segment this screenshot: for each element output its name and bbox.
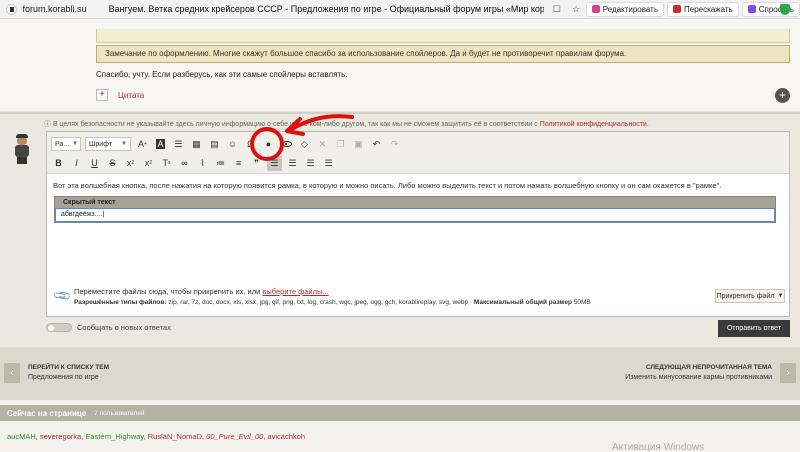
underline-icon[interactable]: U bbox=[87, 156, 102, 171]
copy-icon[interactable]: ❐ bbox=[333, 137, 348, 152]
privacy-link[interactable]: Политикой конфиденциальности. bbox=[540, 121, 649, 128]
quote-button[interactable]: Цитата bbox=[118, 91, 144, 100]
attach-instructions: Переместите файлы сюда, чтобы прикрепить… bbox=[74, 287, 329, 296]
spoiler-eye-icon[interactable] bbox=[279, 137, 294, 152]
browser-page-title: Вангуем. Ветка средних крейсеров СССР - … bbox=[108, 4, 545, 14]
editor-toolbar: Ра... ▼ Шрифт ▼ A + A ☰ ▦ ▤ ☺ Ω ● ◇ ✕ ❐ ▣ ↶… bbox=[47, 132, 789, 174]
plus-icon[interactable]: + bbox=[96, 89, 108, 101]
site-favicon-icon bbox=[6, 3, 17, 15]
online-users-header: Сейчас на странице 7 пользователей bbox=[0, 405, 800, 421]
user-link[interactable]: Eastern_Highway bbox=[85, 432, 143, 441]
horizontal-line-icon[interactable]: ▤ bbox=[207, 137, 222, 152]
editor-body-text[interactable]: Вот эта волшебная кнопка, после нажатия … bbox=[53, 181, 721, 190]
numbered-list-icon[interactable]: ≡ bbox=[231, 156, 246, 171]
shield-icon[interactable] bbox=[780, 4, 790, 15]
quote-row[interactable]: + Цитата bbox=[96, 89, 144, 101]
paste-icon[interactable]: ▣ bbox=[351, 137, 366, 152]
hidden-text-title: Скрытый текст bbox=[55, 197, 775, 208]
next-unread-link[interactable]: СЛЕДУЮЩАЯ НЕПРОЧИТАННАЯ ТЕМА bbox=[646, 364, 772, 371]
chevron-down-icon: ▼ bbox=[777, 293, 784, 299]
notice-strip bbox=[96, 29, 790, 43]
post-text: Спасибо, учту. Если разберусь, как эти с… bbox=[96, 70, 348, 79]
clear-format-icon[interactable]: Tx bbox=[159, 156, 174, 171]
avatar[interactable] bbox=[12, 134, 32, 164]
font-select[interactable]: Шрифт ▼ bbox=[85, 137, 131, 151]
user-link[interactable]: avicachkoh bbox=[267, 432, 305, 441]
italic-icon[interactable]: I bbox=[69, 156, 84, 171]
moderator-note: Замечание по оформлению. Многие скажут б… bbox=[96, 45, 790, 63]
forum-section-name[interactable]: Предложения по игре bbox=[28, 374, 99, 381]
allowed-file-types: Разрешённые типы файлов: zip, rar, 7z, d… bbox=[74, 299, 591, 306]
user-link[interactable]: severegorka bbox=[40, 432, 81, 441]
align-left-icon[interactable]: ☰ bbox=[267, 155, 282, 171]
redo-icon[interactable]: ↷ bbox=[387, 137, 402, 152]
text-color-icon[interactable]: A bbox=[153, 137, 168, 152]
edit-page-button[interactable]: Редактировать bbox=[585, 1, 665, 17]
info-icon: ⓘ bbox=[44, 121, 51, 128]
privacy-notice: ⓘ В целях безопасности не указывайте зде… bbox=[44, 121, 649, 128]
browser-toolbar: forum.korabli.su Вангуем. Ветка средних … bbox=[0, 0, 800, 19]
online-users-section: Сейчас на странице 7 пользователей aucMA… bbox=[0, 400, 800, 452]
user-link[interactable]: 00_Pure_Evil_00 bbox=[206, 432, 263, 441]
windows-activation-watermark: Активация Windows bbox=[612, 442, 705, 452]
reply-section: ⓘ В целях безопасности не указывайте зде… bbox=[0, 114, 800, 347]
align-icon[interactable]: ☰ bbox=[171, 137, 186, 152]
user-link[interactable]: aucMAH bbox=[7, 432, 36, 441]
topic-navigation: ‹ ПЕРЕЙТИ К СПИСКУ ТЕМ Предложения по иг… bbox=[0, 347, 800, 400]
add-circle-icon[interactable]: + bbox=[775, 88, 790, 103]
quote-icon[interactable]: ❞ bbox=[249, 156, 264, 171]
emoji-icon[interactable]: ☺ bbox=[225, 137, 240, 152]
strikethrough-icon[interactable]: S bbox=[105, 156, 120, 171]
bold-icon[interactable]: B bbox=[51, 156, 66, 171]
font-size-icon[interactable]: A + bbox=[135, 137, 150, 152]
subscribe-toggle[interactable] bbox=[46, 323, 72, 332]
online-user-list: aucMAH, severegorka, Eastern_Highway, Ru… bbox=[7, 432, 305, 441]
table-icon[interactable]: ▦ bbox=[189, 137, 204, 152]
subscribe-row[interactable]: Сообщать о новых ответах bbox=[46, 323, 171, 332]
chevron-down-icon: ▼ bbox=[121, 141, 127, 147]
next-topic-name[interactable]: Изменить минусование кармы противниками bbox=[625, 374, 772, 381]
chevron-right-icon[interactable]: › bbox=[780, 363, 796, 383]
ask-icon bbox=[747, 5, 756, 13]
ask-button[interactable]: Спросить bbox=[741, 1, 800, 17]
star-icon[interactable]: ☆ bbox=[569, 4, 582, 15]
retell-icon bbox=[673, 5, 682, 13]
rich-text-editor[interactable]: Ра... ▼ Шрифт ▼ A + A ☰ ▦ ▤ ☺ Ω ● ◇ ✕ ❐ ▣ ↶… bbox=[46, 131, 790, 317]
online-count: 7 пользователей bbox=[94, 409, 145, 417]
bookmark-icon[interactable]: ☐ bbox=[550, 4, 563, 15]
align-justify-icon[interactable]: ☰ bbox=[321, 156, 336, 171]
dot-icon[interactable]: ● bbox=[261, 137, 276, 152]
bullet-list-icon[interactable]: ≔ bbox=[213, 156, 228, 171]
browser-domain[interactable]: forum.korabli.su bbox=[23, 4, 87, 14]
attach-file-button[interactable]: Прикрепить файл ▼ bbox=[715, 289, 785, 303]
edit-icon bbox=[591, 5, 600, 13]
online-title: Сейчас на странице bbox=[7, 408, 87, 418]
remove-format-icon[interactable]: ✕ bbox=[315, 137, 330, 152]
chevron-down-icon: ▼ bbox=[72, 141, 79, 147]
attachments-area[interactable]: 📎 Переместите файлы сюда, чтобы прикрепи… bbox=[47, 282, 789, 317]
chevron-left-icon[interactable]: ‹ bbox=[4, 363, 20, 383]
code-icon[interactable]: ◇ bbox=[297, 137, 312, 152]
hidden-text-block[interactable]: Скрытый текст абвгдеёжз....| bbox=[54, 196, 776, 223]
choose-files-link[interactable]: выберите файлы... bbox=[262, 287, 328, 296]
toolbar-row-1: Ра... ▼ Шрифт ▼ A + A ☰ ▦ ▤ ☺ Ω ● ◇ ✕ ❐ ▣ ↶… bbox=[51, 136, 405, 152]
align-right-icon[interactable]: ☰ bbox=[303, 156, 318, 171]
subscribe-label: Сообщать о новых ответах bbox=[77, 323, 171, 332]
undo-icon[interactable]: ↶ bbox=[369, 137, 384, 152]
back-to-topics-link[interactable]: ПЕРЕЙТИ К СПИСКУ ТЕМ bbox=[28, 364, 109, 371]
align-center-icon[interactable]: ☰ bbox=[285, 156, 300, 171]
toolbar-row-2: B I U S x2 x2 Tx ∞ ⌇ ≔ ≡ ❞ ☰ ☰ ☰ ☰ bbox=[51, 155, 339, 171]
unlink-icon[interactable]: ⌇ bbox=[195, 156, 210, 171]
subscript-icon[interactable]: x2 bbox=[123, 156, 138, 171]
paperclip-icon: 📎 bbox=[52, 285, 73, 307]
paragraph-select[interactable]: Ра... ▼ bbox=[51, 137, 81, 151]
omega-icon[interactable]: Ω bbox=[243, 137, 258, 152]
link-icon[interactable]: ∞ bbox=[177, 156, 192, 171]
retell-button[interactable]: Перескажать bbox=[667, 1, 739, 17]
user-link[interactable]: RuslaN_NomaD bbox=[148, 432, 202, 441]
hidden-text-content[interactable]: абвгдеёжз....| bbox=[55, 208, 775, 222]
send-reply-button[interactable]: Отправить ответ bbox=[718, 320, 790, 337]
superscript-icon[interactable]: x2 bbox=[141, 156, 156, 171]
